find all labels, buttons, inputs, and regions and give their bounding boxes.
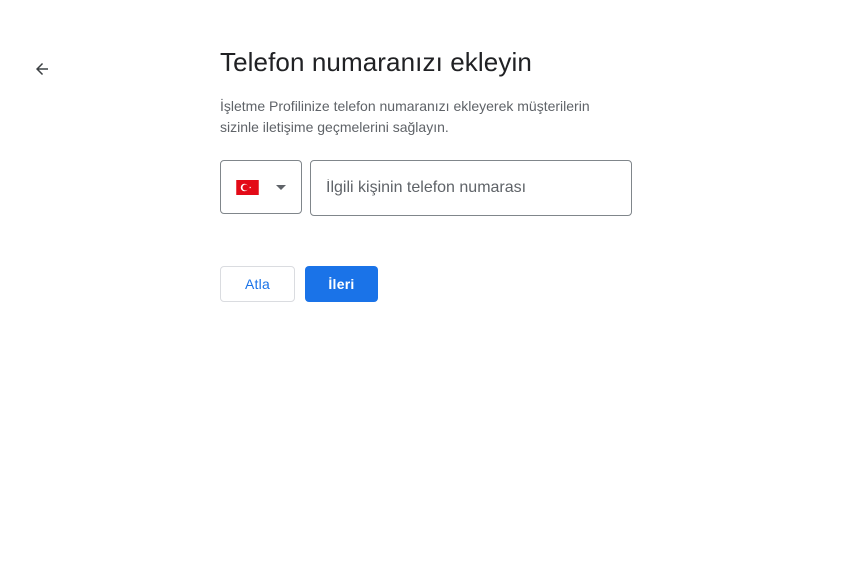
- action-buttons: Atla İleri: [220, 266, 640, 302]
- next-button[interactable]: İleri: [305, 266, 378, 302]
- turkey-flag-icon: [236, 179, 259, 195]
- main-content: Telefon numaranızı ekleyin İşletme Profi…: [220, 44, 640, 302]
- phone-row: [220, 160, 640, 216]
- back-button[interactable]: [29, 56, 55, 82]
- phone-number-input[interactable]: [310, 160, 632, 216]
- skip-button[interactable]: Atla: [220, 266, 295, 302]
- country-code-select[interactable]: [220, 160, 302, 214]
- caret-down-icon: [276, 184, 286, 190]
- page-subtitle: İşletme Profilinize telefon numaranızı e…: [220, 98, 590, 135]
- page: Telefon numaranızı ekleyin İşletme Profi…: [0, 0, 846, 565]
- arrow-back-icon: [36, 63, 48, 75]
- page-title: Telefon numaranızı ekleyin: [220, 47, 532, 77]
